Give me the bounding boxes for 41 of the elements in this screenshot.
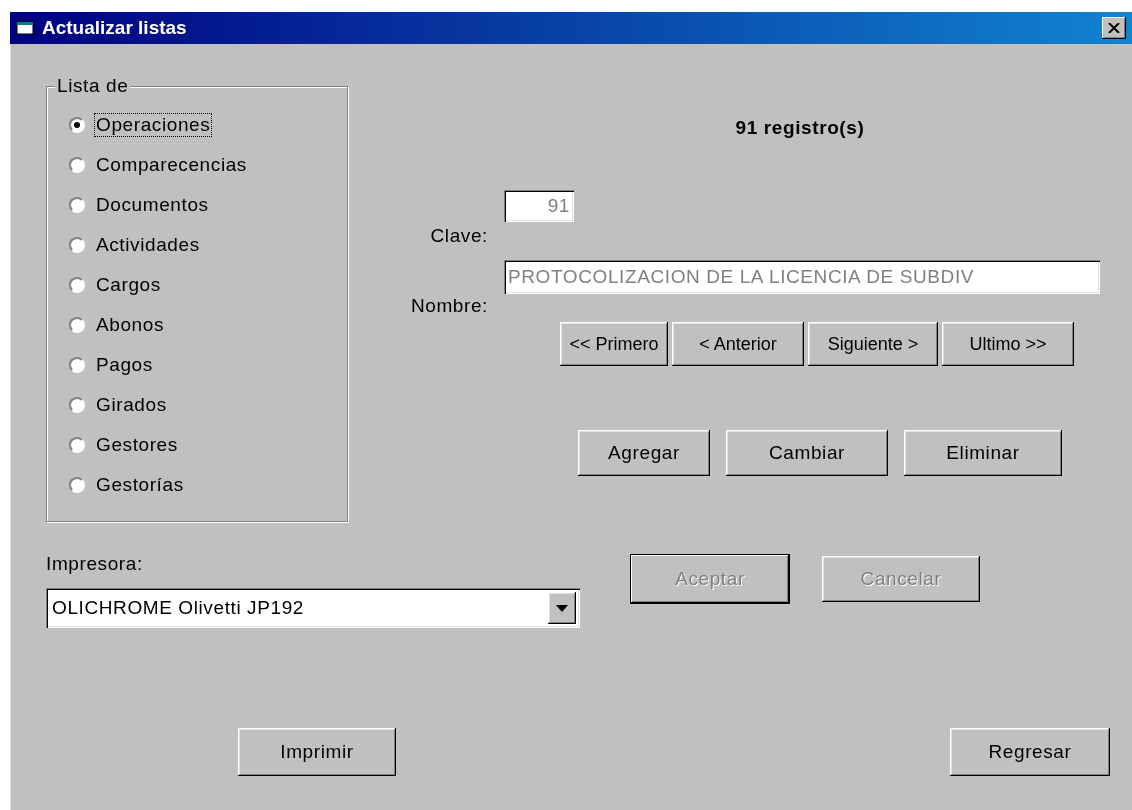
- dropdown-arrow-icon: [556, 604, 568, 612]
- navigation-button[interactable]: << Primero: [560, 322, 668, 366]
- radio-label[interactable]: Documentos: [95, 194, 210, 216]
- radio-button[interactable]: [69, 237, 85, 253]
- footer-button[interactable]: Regresar: [950, 728, 1110, 776]
- navigation-button[interactable]: Ultimo >>: [942, 322, 1074, 366]
- dropdown-value: OLICHROME Olivetti JP192: [52, 597, 305, 619]
- close-icon: [1108, 23, 1120, 33]
- navigation-button[interactable]: < Anterior: [672, 322, 804, 366]
- radio-button[interactable]: [69, 157, 85, 173]
- radio-label[interactable]: Gestores: [95, 434, 179, 456]
- field-label: Nombre:: [409, 294, 488, 318]
- action-button[interactable]: Agregar: [578, 430, 710, 476]
- action-button[interactable]: Cambiar: [726, 430, 888, 476]
- radio-button[interactable]: [69, 477, 85, 493]
- radio-label[interactable]: Cargos: [95, 274, 162, 296]
- field-label: Clave:: [429, 224, 488, 248]
- radio-label[interactable]: Actividades: [95, 234, 201, 256]
- window-title: Actualizar listas: [42, 17, 188, 39]
- radio-button[interactable]: [69, 197, 85, 213]
- footer-button[interactable]: Imprimir: [238, 728, 396, 776]
- printer-label: Impresora:: [46, 552, 144, 576]
- close-button[interactable]: [1102, 17, 1126, 39]
- folder-window-icon: [16, 19, 38, 37]
- navigation-button[interactable]: Siguiente >: [808, 322, 938, 366]
- radio-button[interactable]: [69, 437, 85, 453]
- record-count: 91 registro(s): [734, 116, 866, 140]
- radio-label[interactable]: Gestorías: [95, 474, 185, 496]
- action-button[interactable]: Eliminar: [904, 430, 1062, 476]
- radio-button[interactable]: [69, 117, 85, 133]
- radio-button[interactable]: [69, 357, 85, 373]
- radio-label[interactable]: Girados: [95, 394, 168, 416]
- radio-button[interactable]: [69, 277, 85, 293]
- radio-label[interactable]: Comparecencias: [95, 154, 248, 176]
- radio-label[interactable]: Abonos: [95, 314, 166, 336]
- printer-dropdown[interactable]: OLICHROME Olivetti JP192: [46, 588, 580, 628]
- radio-button[interactable]: [69, 397, 85, 413]
- radio-label[interactable]: Pagos: [95, 354, 154, 376]
- radio-label[interactable]: Operaciones: [95, 114, 212, 136]
- radio-button[interactable]: [69, 317, 85, 333]
- dropdown-button[interactable]: [548, 592, 576, 624]
